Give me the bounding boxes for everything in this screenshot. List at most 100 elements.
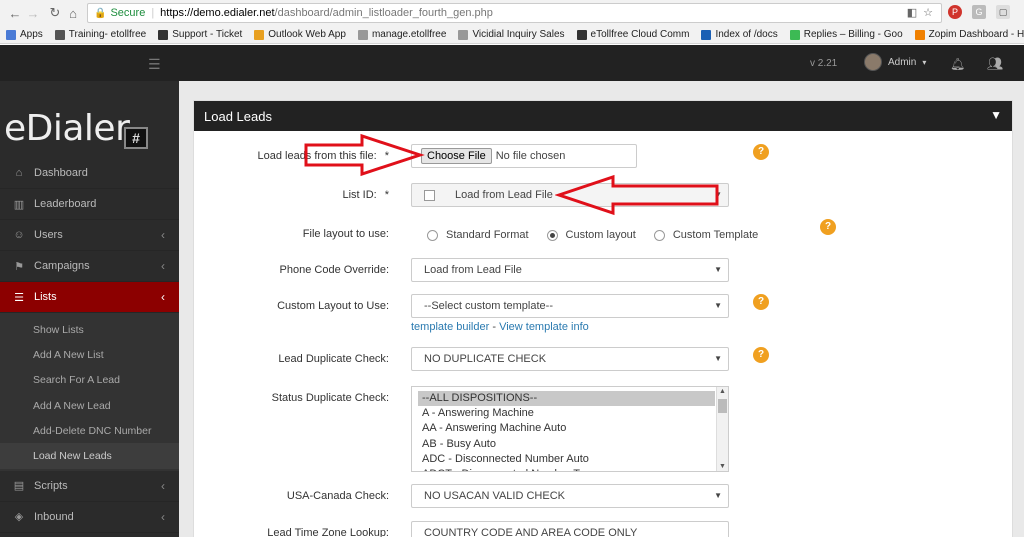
sidebar-subitem[interactable]: Search For A Lead xyxy=(0,368,179,393)
bookmark-item[interactable]: manage.etollfree xyxy=(357,29,446,40)
bookmark-icon xyxy=(158,29,169,40)
layout-radio[interactable]: Custom layout xyxy=(546,229,636,241)
bookmark-item[interactable]: Outlook Web App xyxy=(254,29,346,40)
menu-toggle-icon[interactable]: ☰ xyxy=(148,56,161,73)
sidebar-item-label: Users xyxy=(34,229,63,241)
list-option[interactable]: ADCT - Disconnected Number Temporary xyxy=(412,467,728,471)
list-id-select[interactable]: Load from Lead File ▼ xyxy=(411,183,729,207)
bookmark-item[interactable]: Replies – Billing - Goo xyxy=(789,29,903,40)
lead-duplicate-row: Lead Duplicate Check: NO DUPLICATE CHECK… xyxy=(194,347,1014,373)
sidebar-item-campaigns[interactable]: ⚑ Campaigns ‹ xyxy=(0,251,179,282)
sidebar-item-scripts[interactable]: ▤ Scripts ‹ xyxy=(0,471,179,502)
lead-timezone-select[interactable]: COUNTRY CODE AND AREA CODE ONLY xyxy=(411,521,729,537)
extension-icon[interactable]: G xyxy=(972,5,986,19)
back-icon[interactable]: ← xyxy=(6,6,24,21)
secure-label: Secure xyxy=(110,7,146,19)
forward-icon[interactable]: → xyxy=(24,6,42,21)
sidebar-item-users[interactable]: ☺ Users ‹ xyxy=(0,220,179,251)
sidebar-subitem[interactable]: Add-Delete DNC Number xyxy=(0,418,179,443)
user-menu[interactable]: Admin ▾ xyxy=(864,53,926,71)
chevron-left-icon: ‹ xyxy=(161,259,165,273)
sidebar-item-lists[interactable]: ☰ Lists ‹ xyxy=(0,282,179,313)
layout-radio[interactable]: Custom Template xyxy=(653,229,758,241)
bookmark-item[interactable]: Training- etollfree xyxy=(54,29,146,40)
extension-icon[interactable]: ▢ xyxy=(996,5,1010,19)
bookmark-item[interactable]: eTollfree Cloud Comm xyxy=(576,29,689,40)
list-option[interactable]: --ALL DISPOSITIONS-- xyxy=(418,391,715,407)
sidebar-item-label: Campaigns xyxy=(34,260,90,272)
sidebar-subitem[interactable]: Add A New List xyxy=(0,342,179,367)
list-id-label: List ID: xyxy=(342,189,377,201)
chevron-down-icon: ▼ xyxy=(714,491,722,500)
view-template-info-link[interactable]: View template info xyxy=(499,321,589,333)
file-input[interactable]: Choose File No file chosen xyxy=(411,144,637,168)
usacan-row: USA-Canada Check: NO USACAN VALID CHECK … xyxy=(194,484,1014,510)
bookmark-icon xyxy=(357,29,368,40)
radio-circle[interactable] xyxy=(546,229,558,241)
bell-icon[interactable]: 🔔︎ xyxy=(950,57,965,71)
nav-icon: ▤ xyxy=(13,480,25,493)
chevron-down-icon: ▼ xyxy=(714,265,722,274)
phone-code-select[interactable]: Load from Lead File ▼ xyxy=(411,258,729,282)
radio-circle[interactable] xyxy=(427,229,438,241)
home-icon[interactable]: ⌂ xyxy=(64,6,82,21)
reload-icon[interactable]: ↻ xyxy=(46,5,64,21)
chevron-left-icon: ‹ xyxy=(161,478,165,493)
sidebar-item-leaderboard[interactable]: ▥ Leaderboard xyxy=(0,189,179,220)
sidebar-item-label: Leaderboard xyxy=(34,198,97,210)
usacan-select[interactable]: NO USACAN VALID CHECK ▼ xyxy=(411,484,729,508)
bookmark-icon xyxy=(789,29,800,40)
layout-radio[interactable]: Standard Format xyxy=(427,229,529,241)
file-layout-row: File layout to use: Standard Format Custo… xyxy=(194,219,1014,248)
bookmark-star-icon[interactable]: ☆ xyxy=(923,6,933,19)
bookmark-item[interactable]: Zopim Dashboard - H xyxy=(914,29,1024,40)
bookmark-item[interactable]: Vicidial Inquiry Sales xyxy=(458,29,565,40)
chevron-left-icon: ‹ xyxy=(161,509,165,524)
list-option[interactable]: AA - Answering Machine Auto xyxy=(412,421,728,436)
help-icon[interactable]: ? xyxy=(753,144,769,160)
nav-icon: ◈ xyxy=(14,511,24,524)
sidebar-subitem[interactable]: Load New Leads xyxy=(0,443,179,469)
load-leads-panel: Load Leads ▼ Load leads from this file: *… xyxy=(193,100,1013,537)
status-duplicate-listbox[interactable]: --ALL DISPOSITIONS-- A - Answering Machin… xyxy=(411,386,729,472)
users-icon[interactable]: 👥︎ xyxy=(987,56,1004,72)
version-label: v 2.21 xyxy=(810,58,838,69)
pinterest-icon[interactable]: P xyxy=(948,5,962,19)
chevron-down-icon[interactable]: ▼ xyxy=(990,108,1002,122)
nav-icon: ☰ xyxy=(14,291,24,304)
scroll-thumb[interactable] xyxy=(718,399,727,413)
list-id-checkbox[interactable] xyxy=(424,189,435,201)
bookmark-item[interactable]: Index of /docs xyxy=(701,29,778,40)
sidebar-item-label: Inbound xyxy=(34,510,74,523)
scroll-down-icon[interactable]: ▼ xyxy=(719,463,726,470)
custom-layout-select[interactable]: --Select custom template-- ▼ xyxy=(411,294,729,318)
sidebar-item-inbound[interactable]: ◈ Inbound ‹ xyxy=(0,502,179,533)
choose-file-button[interactable]: Choose File xyxy=(421,148,492,164)
help-icon[interactable]: ? xyxy=(820,219,836,235)
address-bar[interactable]: 🔒 Secure | https://demo.edialer.net/dash… xyxy=(87,3,942,23)
list-option[interactable]: AB - Busy Auto xyxy=(412,437,728,452)
scrollbar[interactable]: ▲ ▼ xyxy=(716,387,728,471)
sidebar-subitem[interactable]: Show Lists xyxy=(0,317,179,342)
bookmark-item[interactable]: Apps xyxy=(6,29,43,40)
list-option[interactable]: ADC - Disconnected Number Auto xyxy=(412,452,728,467)
logo[interactable]: eDialer # xyxy=(0,81,179,158)
template-builder-link[interactable]: template builder xyxy=(411,321,489,333)
sidebar-item-dashboard[interactable]: ⌂ Dashboard xyxy=(0,158,179,189)
radio-circle[interactable] xyxy=(653,229,665,241)
chevron-left-icon: ‹ xyxy=(161,290,165,304)
site-settings-icon[interactable]: ◧ xyxy=(907,6,917,19)
browser-toolbar: ← → ↻ ⌂ 🔒 Secure | https://demo.edialer.… xyxy=(0,0,1024,26)
list-option[interactable]: A - Answering Machine xyxy=(412,406,728,421)
bookmark-icon xyxy=(458,29,469,40)
scroll-up-icon[interactable]: ▲ xyxy=(719,388,726,395)
bookmark-item[interactable]: Support - Ticket xyxy=(158,29,242,40)
help-icon[interactable]: ? xyxy=(753,294,769,310)
lead-timezone-label: Lead Time Zone Lookup: xyxy=(267,527,389,537)
help-icon[interactable]: ? xyxy=(753,347,769,363)
lock-icon: 🔒 xyxy=(94,7,107,19)
sidebar-subitem[interactable]: Add A New Lead xyxy=(0,393,179,418)
lead-duplicate-select[interactable]: NO DUPLICATE CHECK ▼ xyxy=(411,347,729,371)
url-path: /dashboard/admin_listloader_fourth_gen.p… xyxy=(274,7,493,19)
bookmarks-bar: Apps Training- etollfree Support - Ticket O… xyxy=(0,26,1024,44)
